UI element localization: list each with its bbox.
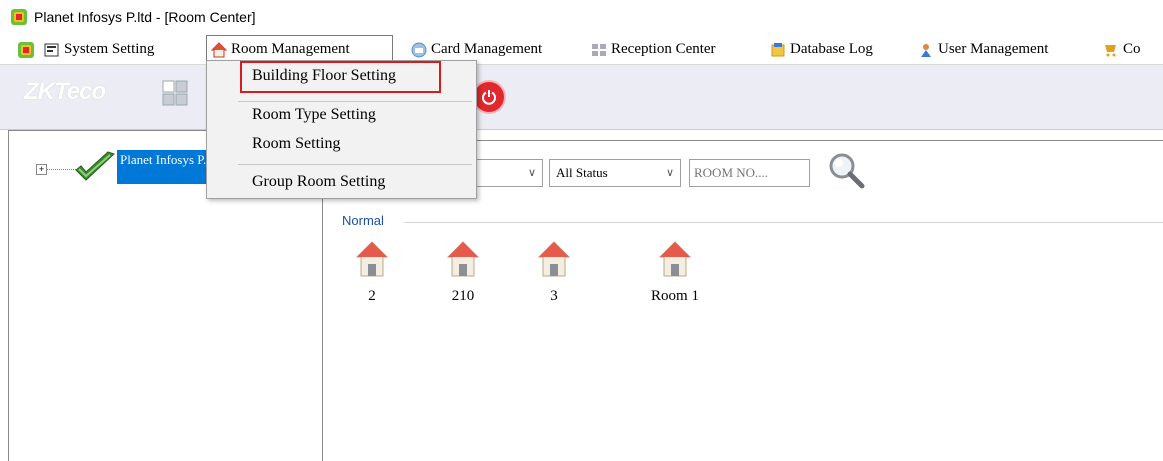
menu-database-log[interactable]: Database Log [770, 36, 873, 63]
house-icon [537, 241, 571, 277]
menu-bar: System Setting Room Management Card Mana… [0, 35, 1163, 65]
search-button[interactable] [826, 150, 866, 190]
menu-reception-center[interactable]: Reception Center [591, 36, 716, 63]
menu-separator [238, 101, 472, 102]
room-tile[interactable]: Room 1 [640, 240, 710, 310]
house-icon [446, 241, 480, 277]
menu-reception-center-label: Reception Center [611, 41, 716, 57]
menu-system-setting[interactable]: System Setting [44, 36, 154, 63]
room-label: Room 1 [651, 288, 699, 304]
chevron-down-icon: ∨ [665, 166, 674, 179]
menu-card-management-label: Card Management [431, 41, 543, 57]
menu-user-management-label: User Management [938, 41, 1049, 57]
user-icon [921, 43, 931, 57]
house-icon [211, 41, 227, 57]
room-number-input[interactable] [689, 159, 810, 187]
status-filter-select[interactable]: All Status ∨ [549, 159, 681, 187]
menu-item-room-setting[interactable]: Room Setting [252, 135, 340, 153]
menu-app-icon[interactable] [17, 41, 35, 59]
room-tile[interactable]: 3 [519, 240, 589, 310]
group-divider [404, 222, 1163, 223]
menu-database-log-label: Database Log [790, 41, 873, 57]
card-icon [411, 42, 427, 57]
tree-connector [46, 169, 76, 170]
room-label: 2 [368, 288, 376, 304]
menu-user-management[interactable]: User Management [918, 36, 1048, 63]
house-icon [658, 241, 692, 277]
menu-card-management[interactable]: Card Management [411, 36, 542, 63]
database-icon [771, 42, 785, 56]
room-tile[interactable]: 2 [337, 240, 407, 310]
room-tile[interactable]: 210 [428, 240, 498, 310]
group-title: Normal [342, 213, 390, 228]
menu-room-management-label: Room Management [231, 41, 350, 57]
menu-co-label: Co [1123, 41, 1141, 57]
grid-view-button[interactable] [162, 80, 188, 106]
reception-icon [592, 43, 606, 56]
menu-system-setting-label: System Setting [64, 41, 155, 57]
exit-button[interactable] [474, 82, 504, 112]
status-filter-value: All Status [556, 165, 608, 180]
checkmark-icon [75, 151, 115, 181]
menu-separator [238, 164, 472, 165]
power-icon [482, 90, 496, 105]
system-setting-icon [44, 43, 59, 56]
room-label: 210 [451, 288, 475, 304]
app-icon [11, 9, 27, 25]
room-label: 3 [550, 288, 558, 304]
highlight-box [240, 61, 441, 93]
chevron-down-icon: ∨ [527, 166, 536, 179]
tree-node-root[interactable]: Planet Infosys P.ltd [117, 150, 219, 184]
menu-room-management[interactable]: Room Management [206, 35, 393, 63]
menu-item-group-room-setting[interactable]: Group Room Setting [252, 173, 385, 191]
cart-icon [1105, 44, 1116, 56]
house-icon [355, 241, 389, 277]
window-title: Planet Infosys P.ltd - [Room Center] [34, 9, 256, 25]
menu-item-room-type-setting[interactable]: Room Type Setting [252, 106, 376, 124]
menu-co[interactable]: Co [1103, 36, 1141, 63]
zkteco-logo: ZKTeco [24, 78, 106, 105]
